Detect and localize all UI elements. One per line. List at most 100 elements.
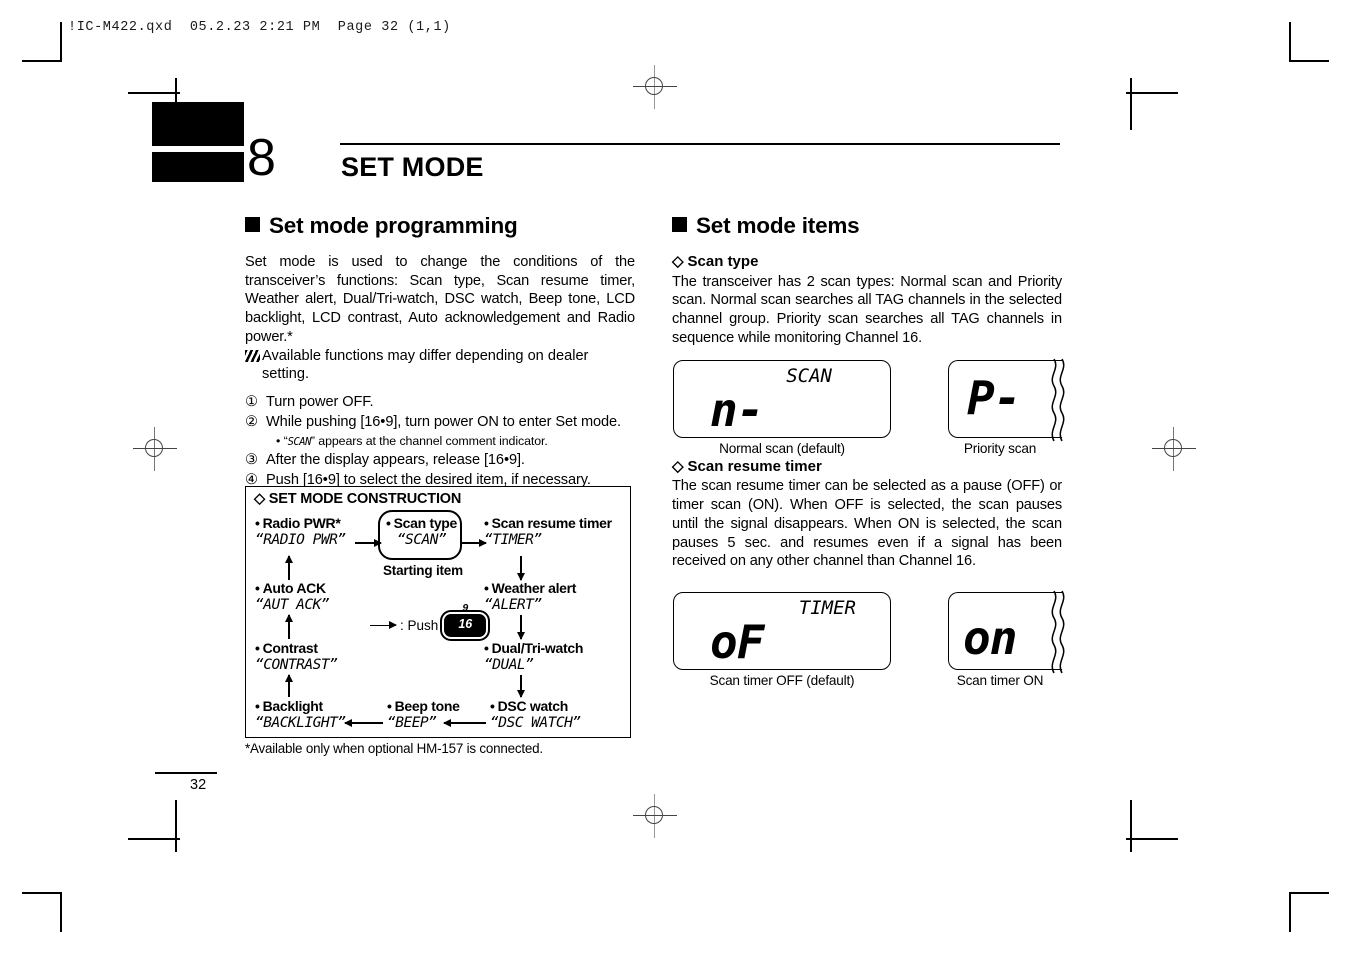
registration-mark-top bbox=[633, 65, 677, 109]
lcd-small-text: SCAN bbox=[786, 365, 832, 387]
construction-node-dual-tri-watch: Dual/Tri-watch “DUAL” bbox=[484, 640, 583, 673]
construction-node-backlight: Backlight “BACKLIGHT” bbox=[255, 698, 346, 731]
node-label: Dual/Tri-watch bbox=[484, 640, 584, 656]
lcd-main-text: P- bbox=[967, 371, 1021, 425]
arrow-contrast-to-auto-ack bbox=[285, 614, 292, 639]
dealer-note: Available functions may differ depending… bbox=[245, 347, 635, 385]
arrow-radio-pwr-to-scan-type bbox=[355, 539, 382, 546]
subheading-scan-resume-timer: ◇ Scan resume timer bbox=[672, 458, 1062, 477]
trim-mark-bottom-bar-right bbox=[1126, 838, 1178, 840]
trim-mark-bottom-bar bbox=[128, 838, 180, 840]
node-label: DSC watch bbox=[490, 698, 581, 714]
arrow-timer-to-weather-alert bbox=[517, 556, 524, 581]
construction-node-contrast: Contrast “CONTRAST” bbox=[255, 640, 338, 673]
node-lcd-text: “SCAN” bbox=[396, 532, 447, 548]
starting-item-label: Starting item bbox=[383, 563, 463, 578]
page-number: 32 bbox=[190, 777, 207, 793]
registration-mark-left bbox=[133, 427, 177, 471]
arrow-auto-ack-to-radio-pwr bbox=[285, 555, 292, 580]
legend-arrow-icon bbox=[370, 621, 397, 629]
arrow-scan-type-to-timer bbox=[462, 539, 487, 546]
lcd-small-text: TIMER bbox=[798, 597, 856, 619]
section-heading-set-mode-items: Set mode items bbox=[672, 213, 1062, 239]
subnote-prefix: • “ bbox=[276, 434, 288, 449]
chapter-bar-upper bbox=[152, 102, 244, 146]
trim-mark-right-top bbox=[1130, 78, 1132, 130]
node-lcd-text: “CONTRAST” bbox=[255, 657, 338, 673]
trim-mark-right-bottom bbox=[1130, 800, 1132, 852]
lcd-main-text: oF bbox=[710, 615, 764, 669]
legend-text: : Push bbox=[400, 618, 439, 633]
section-heading-set-mode-programming: Set mode programming bbox=[245, 213, 635, 239]
torn-edge-scan-timer-on bbox=[1051, 590, 1065, 674]
construction-node-scan-type: Scan type “SCAN” bbox=[386, 515, 458, 548]
lcd-caption-scan-timer-on: Scan timer ON bbox=[956, 673, 1044, 688]
section-heading-label: Set mode programming bbox=[269, 213, 518, 238]
subheading-label: Scan type bbox=[687, 252, 759, 270]
node-label: Backlight bbox=[255, 698, 346, 714]
construction-node-weather-alert: Weather alert “ALERT” bbox=[484, 580, 576, 613]
subheading-scan-type: ◇ Scan type bbox=[672, 253, 1062, 272]
node-label: Scan type bbox=[386, 515, 458, 531]
trim-mark-left-bottom bbox=[175, 800, 177, 852]
subnote-lcd-text: SCAN bbox=[287, 436, 312, 449]
chapter-bar-lower bbox=[152, 152, 244, 182]
trim-mark-top-bar-right bbox=[1126, 92, 1178, 94]
arrow-beep-to-backlight bbox=[344, 719, 383, 726]
lcd-panel-priority-scan: P- bbox=[948, 360, 1062, 438]
node-lcd-text: “TIMER” bbox=[484, 532, 542, 548]
node-label: Beep tone bbox=[387, 698, 460, 714]
page-title: SET MODE bbox=[341, 152, 484, 182]
step-number: ③ bbox=[245, 451, 258, 468]
diamond-icon: ◇ bbox=[672, 252, 684, 270]
diamond-icon: ◇ bbox=[672, 457, 684, 475]
node-lcd-text: “RADIO PWR” bbox=[255, 532, 346, 548]
lcd-main-text: on bbox=[963, 611, 1017, 665]
step-subnote: • “SCAN” appears at the channel comment … bbox=[266, 433, 635, 450]
filled-square-icon bbox=[245, 217, 260, 232]
step-number: ① bbox=[245, 394, 258, 410]
button-16-9-label: 16 bbox=[458, 617, 473, 631]
node-lcd-text: “ALERT” bbox=[484, 597, 542, 613]
node-lcd-text: “DSC WATCH” bbox=[490, 715, 581, 731]
lcd-caption-priority-scan: Priority scan bbox=[963, 441, 1037, 456]
construction-node-scan-resume-timer: Scan resume timer “TIMER” bbox=[484, 515, 612, 548]
node-label: Radio PWR* bbox=[255, 515, 346, 531]
registration-mark-right bbox=[1152, 427, 1196, 471]
section-heading-label: Set mode items bbox=[696, 213, 860, 238]
subheading-label: Scan resume timer bbox=[687, 457, 822, 475]
lcd-panel-scan-timer-off: TIMER oF bbox=[673, 592, 891, 670]
scan-type-body: The transceiver has 2 scan types: Normal… bbox=[672, 273, 1062, 346]
file-header-stamp: !IC-M422.qxd 05.2.23 2:21 PM Page 32 (1,… bbox=[68, 20, 451, 35]
node-lcd-text: “DUAL” bbox=[484, 657, 534, 673]
construction-node-dsc-watch: DSC watch “DSC WATCH” bbox=[490, 698, 581, 731]
step-item: ② While pushing [16•9], turn power ON to… bbox=[245, 413, 635, 450]
scan-resume-timer-body: The scan resume timer can be selected as… bbox=[672, 478, 1062, 570]
node-label: Weather alert bbox=[484, 580, 577, 596]
step-number: ② bbox=[245, 413, 258, 430]
arrow-dsc-watch-to-beep bbox=[443, 719, 486, 726]
arrow-weather-alert-to-dual bbox=[517, 615, 524, 640]
arrow-backlight-to-contrast bbox=[285, 674, 292, 697]
step-text: While pushing [16•9], turn power ON to e… bbox=[266, 413, 622, 430]
page-number-rule bbox=[155, 772, 217, 774]
construction-node-radio-pwr: Radio PWR* “RADIO PWR” bbox=[255, 515, 346, 548]
registration-mark-bottom bbox=[633, 794, 677, 838]
construction-node-auto-ack: Auto ACK “AUT ACK” bbox=[255, 580, 330, 613]
construction-legend: : Push 9 16 bbox=[370, 602, 487, 637]
node-label: Auto ACK bbox=[255, 580, 329, 596]
construction-box-title: ◇ SET MODE CONSTRUCTION bbox=[254, 491, 462, 507]
node-label: Contrast bbox=[255, 640, 337, 656]
step-item: ① Turn power OFF. bbox=[245, 393, 635, 412]
title-rule bbox=[340, 143, 1060, 145]
lcd-caption-normal-scan: Normal scan (default) bbox=[719, 441, 845, 456]
lcd-panel-normal-scan: SCAN n- bbox=[673, 360, 891, 438]
button-16-9-icon: 9 16 bbox=[444, 602, 487, 637]
arrow-dual-to-dsc-watch bbox=[517, 675, 524, 698]
lcd-caption-scan-timer-off: Scan timer OFF (default) bbox=[709, 673, 855, 688]
step-text: Turn power OFF. bbox=[266, 394, 374, 410]
footnote: *Available only when optional HM-157 is … bbox=[245, 741, 543, 756]
lcd-panel-scan-timer-on: on bbox=[948, 592, 1062, 670]
subnote-suffix: ” appears at the channel comment indicat… bbox=[310, 434, 548, 449]
lcd-main-text: n- bbox=[710, 383, 764, 437]
